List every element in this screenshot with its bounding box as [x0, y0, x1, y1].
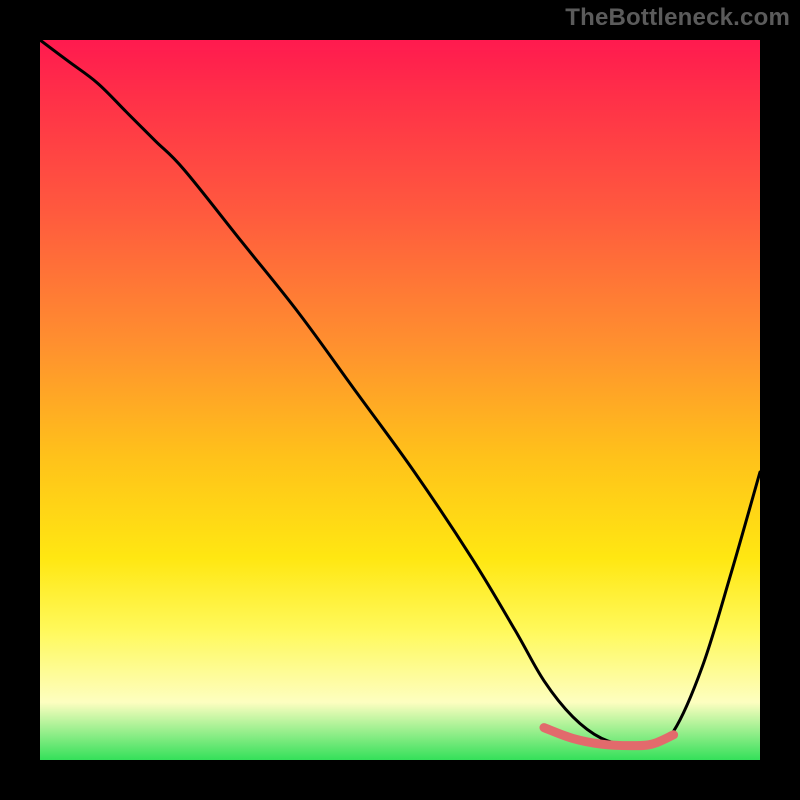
watermark-text: TheBottleneck.com: [565, 4, 790, 32]
curve-svg: [40, 40, 760, 760]
plot-area: [40, 40, 760, 760]
trough-highlight-path: [544, 728, 674, 746]
stage: TheBottleneck.com: [0, 0, 800, 800]
bottleneck-curve-path: [40, 40, 760, 747]
